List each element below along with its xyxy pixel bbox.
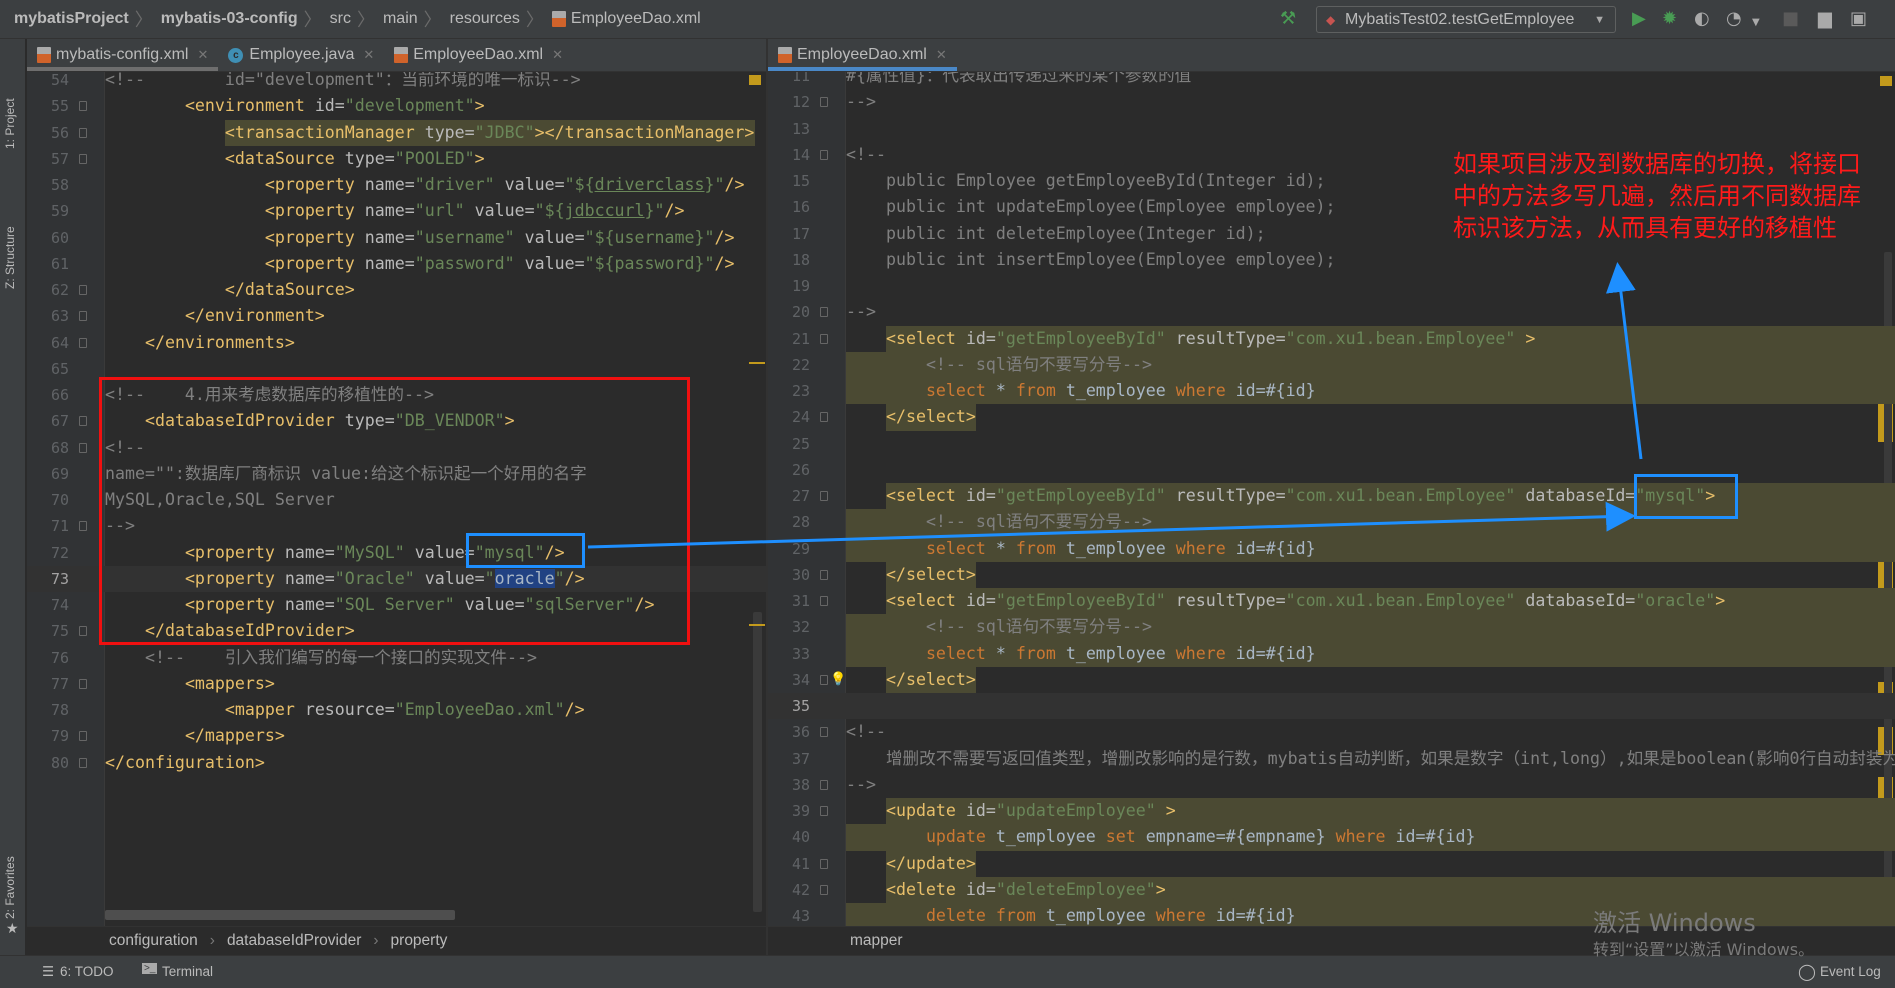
windows-activation-watermark: 激活 Windows [1593, 909, 1756, 937]
arrow-to-note [1605, 262, 1643, 460]
note-line: 如果项目涉及到数据库的切换，将接口 [1453, 150, 1861, 178]
arrow-to-databaseid [587, 501, 1636, 549]
note-line: 中的方法多写几遍，然后用不同数据库 [1453, 182, 1861, 210]
windows-activation-hint: 转到“设置”以激活 Windows。 [1593, 940, 1815, 959]
annotation-note: 如果项目涉及到数据库的切换，将接口 中的方法多写几遍，然后用不同数据库 标识该方… [1453, 148, 1861, 244]
note-line: 标识该方法，从而具有更好的移植性 [1453, 214, 1837, 242]
